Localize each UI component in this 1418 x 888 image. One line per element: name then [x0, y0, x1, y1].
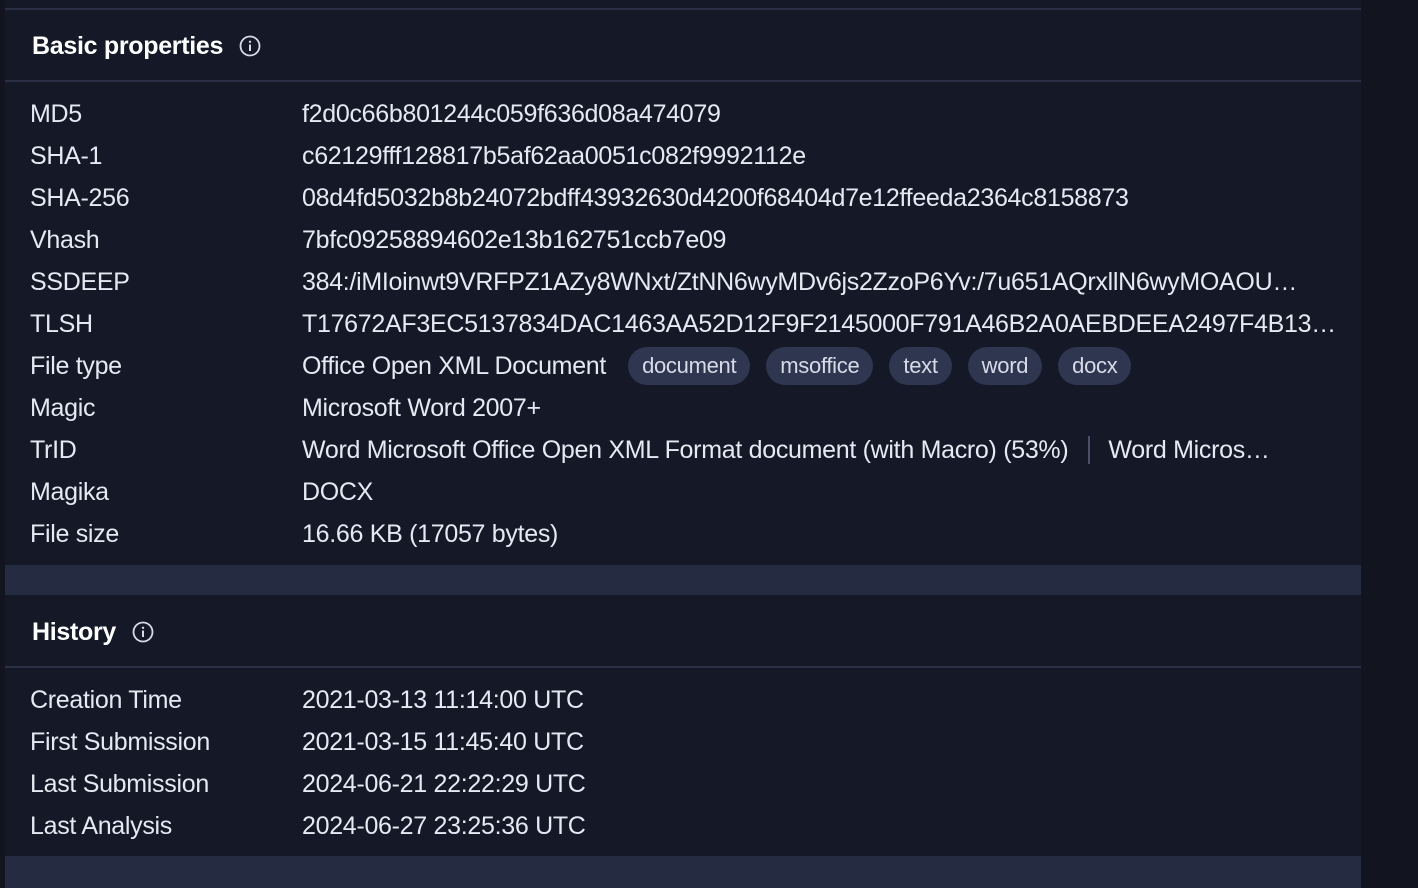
- tag-document[interactable]: document: [628, 347, 751, 385]
- property-label: Magika: [30, 477, 109, 506]
- divider: [5, 666, 1361, 668]
- section-separator: [5, 565, 1361, 595]
- property-row-file-size: File size 16.66 KB (17057 bytes): [5, 513, 1361, 555]
- tag-word[interactable]: word: [967, 347, 1043, 385]
- property-row-file-type: File type Office Open XML Document docum…: [5, 345, 1361, 387]
- property-label: TLSH: [30, 309, 93, 338]
- history-row-last-analysis: Last Analysis 2024-06-27 23:25:36 UTC: [5, 805, 1361, 847]
- info-circle-icon[interactable]: [132, 621, 154, 643]
- sha256-value[interactable]: 08d4fd5032b8b24072bdff43932630d4200f6840…: [302, 184, 1337, 213]
- property-label: TrID: [30, 435, 77, 464]
- property-label: Last Analysis: [30, 811, 173, 840]
- property-row-magic: Magic Microsoft Word 2007+: [5, 387, 1361, 429]
- property-label: MD5: [30, 99, 82, 128]
- magika-value: DOCX: [302, 477, 374, 506]
- property-label: File type: [30, 351, 122, 380]
- trid-entry: Word Microsoft Office Open XML Format do…: [302, 435, 1069, 464]
- first-submission-value: 2021-03-15 11:45:40 UTC: [302, 727, 584, 756]
- file-size-value: 16.66 KB (17057 bytes): [302, 519, 559, 548]
- tag-text[interactable]: text: [889, 347, 952, 385]
- property-label: Vhash: [30, 225, 100, 254]
- info-circle-icon[interactable]: [239, 35, 261, 57]
- history-row-last-submission: Last Submission 2024-06-21 22:22:29 UTC: [5, 763, 1361, 805]
- property-row-vhash: Vhash 7bfc09258894602e13b162751ccb7e09: [5, 219, 1361, 261]
- property-label: Last Submission: [30, 769, 209, 798]
- creation-time-value: 2021-03-13 11:14:00 UTC: [302, 685, 584, 714]
- ssdeep-value[interactable]: 384:/iMIoinwt9VRFPZ1AZy8WNxt/ZtNN6wyMDv6…: [302, 268, 1337, 297]
- property-row-ssdeep: SSDEEP 384:/iMIoinwt9VRFPZ1AZy8WNxt/ZtNN…: [5, 261, 1361, 303]
- history-header: History: [5, 597, 1361, 667]
- section-title: History: [32, 617, 117, 646]
- property-label: First Submission: [30, 727, 210, 756]
- property-label: Magic: [30, 393, 96, 422]
- md5-value[interactable]: f2d0c66b801244c059f636d08a474079: [302, 100, 1337, 129]
- vhash-value[interactable]: 7bfc09258894602e13b162751ccb7e09: [302, 226, 1337, 255]
- basic-properties-header: Basic properties: [5, 11, 1361, 81]
- property-label: File size: [30, 519, 119, 548]
- divider: [5, 8, 1361, 10]
- property-label: Creation Time: [30, 685, 182, 714]
- tlsh-value[interactable]: T17672AF3EC5137834DAC1463AA52D12F9F21450…: [302, 310, 1337, 339]
- history-row-creation-time: Creation Time 2021-03-13 11:14:00 UTC: [5, 679, 1361, 721]
- property-row-md5: MD5 f2d0c66b801244c059f636d08a474079: [5, 93, 1361, 135]
- trid-value: Word Microsoft Office Open XML Format do…: [302, 436, 1337, 465]
- section-title: Basic properties: [32, 31, 224, 60]
- last-analysis-value: 2024-06-27 23:25:36 UTC: [302, 811, 586, 840]
- property-row-sha1: SHA-1 c62129fff128817b5af62aa0051c082f99…: [5, 135, 1361, 177]
- file-type-value: Office Open XML Document document msoffi…: [302, 347, 1337, 385]
- file-type-text: Office Open XML Document: [302, 351, 607, 380]
- property-label: SHA-1: [30, 141, 103, 170]
- property-label: SSDEEP: [30, 267, 130, 296]
- property-label: SHA-256: [30, 183, 130, 212]
- trid-entry: Word Micros…: [1108, 435, 1270, 464]
- property-row-magika: Magika DOCX: [5, 471, 1361, 513]
- file-details-panel: Basic properties MD5 f2d0c66b801244c059f…: [5, 0, 1361, 888]
- property-row-sha256: SHA-256 08d4fd5032b8b24072bdff43932630d4…: [5, 177, 1361, 219]
- sha1-value[interactable]: c62129fff128817b5af62aa0051c082f9992112e: [302, 142, 1337, 171]
- history-row-first-submission: First Submission 2021-03-15 11:45:40 UTC: [5, 721, 1361, 763]
- last-submission-value: 2024-06-21 22:22:29 UTC: [302, 769, 586, 798]
- property-row-trid: TrID Word Microsoft Office Open XML Form…: [5, 429, 1361, 471]
- magic-value: Microsoft Word 2007+: [302, 393, 541, 422]
- separator: [1088, 436, 1091, 464]
- tag-docx[interactable]: docx: [1058, 347, 1132, 385]
- section-separator: [5, 856, 1361, 888]
- property-row-tlsh: TLSH T17672AF3EC5137834DAC1463AA52D12F9F…: [5, 303, 1361, 345]
- tag-msoffice[interactable]: msoffice: [766, 347, 874, 385]
- divider: [5, 80, 1361, 82]
